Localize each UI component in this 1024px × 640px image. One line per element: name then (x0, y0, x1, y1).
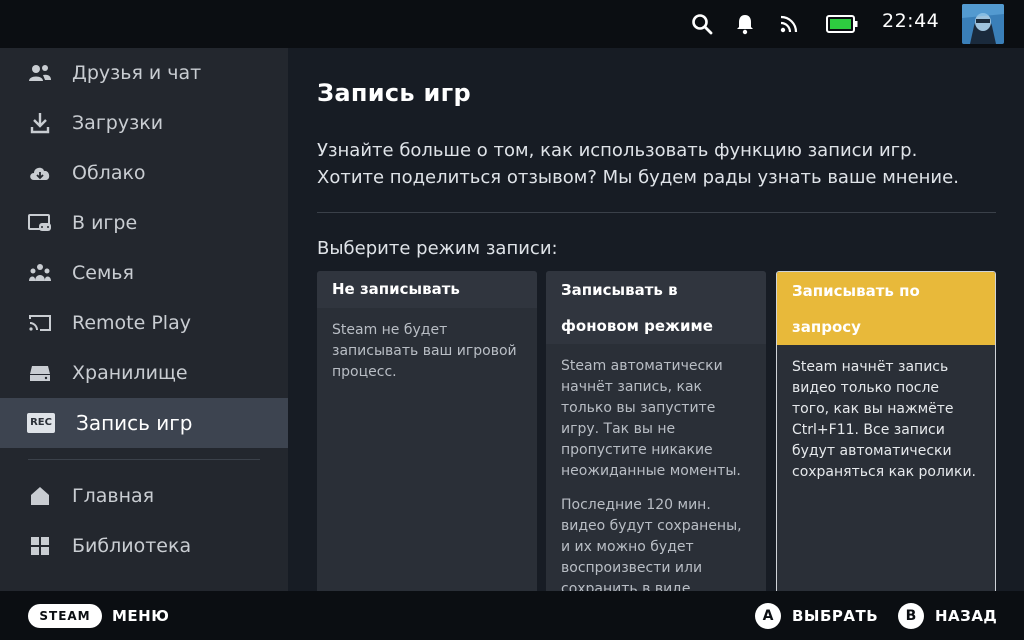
sidebar-item-home[interactable]: Главная (0, 471, 288, 521)
sidebar-item-family[interactable]: Семья (0, 248, 288, 298)
sidebar-item-label: Семья (72, 262, 134, 284)
feedback-link[interactable]: Хотите поделиться отзывом? Мы будем рады… (317, 164, 1007, 191)
description: Узнайте больше о том, как использовать ф… (317, 137, 1007, 191)
download-icon (28, 111, 52, 135)
card-title: Записывать по запросу (777, 272, 995, 345)
sidebar-item-remote-play[interactable]: Remote Play (0, 298, 288, 348)
card-body: Steam не будет записывать ваш игровой пр… (317, 308, 537, 383)
library-icon (28, 534, 52, 558)
sidebar-item-label: Библиотека (72, 535, 192, 557)
page-title: Запись игр (317, 79, 471, 107)
card-text: Steam начнёт запись видео только после т… (792, 359, 977, 480)
avatar[interactable] (962, 4, 1004, 44)
b-button-icon[interactable]: B (898, 603, 924, 629)
sidebar-item-label: Облако (72, 162, 146, 184)
learn-more-link[interactable]: Узнайте больше о том, как использовать ф… (317, 137, 1007, 164)
sidebar-item-friends[interactable]: Друзья и чат (0, 48, 288, 98)
sidebar-item-label: В игре (72, 212, 138, 234)
rec-icon: REC (27, 411, 55, 435)
rec-badge: REC (30, 417, 52, 428)
search-icon[interactable] (690, 12, 714, 36)
sidebar-divider (28, 459, 260, 460)
clock: 22:44 (882, 10, 940, 32)
back-hint-label: НАЗАД (935, 607, 998, 625)
card-text: Steam автоматически начнёт запись, как т… (561, 358, 741, 479)
sidebar-item-label: Remote Play (72, 312, 191, 334)
sidebar-item-downloads[interactable]: Загрузки (0, 98, 288, 148)
card-text: Steam не будет записывать ваш игровой пр… (332, 322, 517, 380)
a-button-icon[interactable]: A (755, 603, 781, 629)
cloud-icon (28, 161, 52, 185)
sidebar-item-library[interactable]: Библиотека (0, 521, 288, 571)
main-panel: Запись игр Узнайте больше о том, как исп… (288, 48, 1024, 591)
sidebar-item-label: Друзья и чат (72, 62, 202, 84)
choose-mode-label: Выберите режим записи: (317, 238, 558, 259)
sidebar-item-storage[interactable]: Хранилище (0, 348, 288, 398)
sidebar-item-label: Главная (72, 485, 155, 507)
battery-icon (826, 12, 858, 36)
status-bar: 22:44 (0, 0, 1024, 48)
select-hint-label: ВЫБРАТЬ (792, 607, 879, 625)
ingame-icon (28, 211, 52, 235)
mode-card-on-demand[interactable]: Записывать по запросу Steam начнёт запис… (776, 271, 996, 591)
card-text: Последние 120 мин. видео будут сохранены… (561, 497, 742, 591)
friends-icon (28, 61, 52, 85)
card-title: Не записывать (317, 271, 537, 308)
sidebar-item-cloud[interactable]: Облако (0, 148, 288, 198)
card-body: Steam начнёт запись видео только после т… (777, 345, 995, 483)
rss-icon (777, 12, 801, 36)
sidebar-item-label: Запись игр (76, 411, 193, 435)
sidebar-item-ingame[interactable]: В игре (0, 198, 288, 248)
section-divider (317, 212, 996, 213)
home-icon (28, 484, 52, 508)
cast-icon (28, 311, 52, 335)
sidebar-item-label: Хранилище (72, 362, 188, 384)
mode-card-background[interactable]: Записывать в фоновом режиме Steam автома… (546, 271, 766, 591)
steam-button[interactable]: STEAM (28, 604, 102, 628)
bell-icon[interactable] (733, 12, 757, 36)
sidebar-item-game-recording[interactable]: REC Запись игр (0, 398, 288, 448)
card-body: Steam автоматически начнёт запись, как т… (546, 344, 766, 591)
sidebar: Друзья и чат Загрузки Облако В игре Семь… (0, 48, 288, 591)
card-title: Записывать в фоновом режиме (546, 271, 766, 344)
controller-hint-bar: STEAM МЕНЮ A ВЫБРАТЬ B НАЗАД (0, 591, 1024, 640)
storage-icon (28, 361, 52, 385)
sidebar-item-label: Загрузки (72, 112, 164, 134)
family-icon (28, 261, 52, 285)
menu-hint-label: МЕНЮ (112, 607, 170, 625)
mode-card-off[interactable]: Не записывать Steam не будет записывать … (317, 271, 537, 591)
